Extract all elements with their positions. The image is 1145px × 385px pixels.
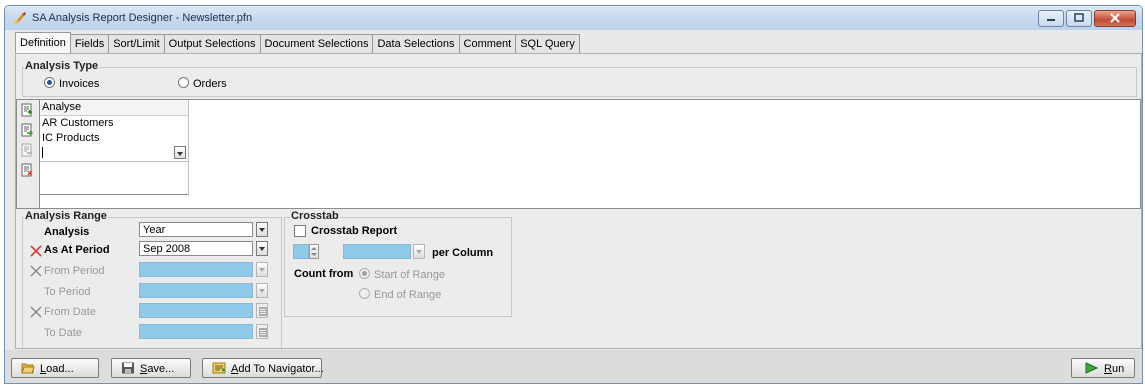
end-of-range-label: End of Range [374, 289, 442, 301]
start-of-range-label: Start of Range [374, 269, 445, 281]
delete-row-icon[interactable] [21, 163, 33, 177]
count-from-label: Count from [294, 268, 354, 280]
analyse-column: Analyse AR Customers IC Products [40, 100, 189, 196]
end-of-range-radio[interactable]: End of Range [359, 288, 441, 301]
load-button[interactable]: Load... [11, 358, 99, 378]
to-date-label: To Date [44, 327, 82, 339]
radio-selected-icon [359, 268, 370, 279]
tab-strip: Definition Fields Sort/Limit Output Sele… [15, 32, 580, 53]
run-play-icon [1085, 362, 1098, 374]
tab-comment[interactable]: Comment [459, 34, 517, 53]
analysis-label: Analysis [44, 226, 90, 238]
radio-selected-icon [44, 77, 55, 88]
app-window: SA Analysis Report Designer - Newsletter… [4, 5, 1143, 384]
crosstab-period-select[interactable] [343, 244, 411, 259]
add-to-navigator-label: Add To Navigator... [231, 363, 324, 375]
to-date-calendar-icon[interactable] [256, 324, 268, 339]
text-cursor [42, 147, 43, 158]
tab-document-selections[interactable]: Document Selections [260, 34, 374, 53]
from-period-field[interactable] [139, 262, 253, 277]
insert-row-icon[interactable] [21, 123, 33, 137]
from-date-calendar-icon[interactable] [256, 303, 268, 318]
maximize-icon [1074, 13, 1084, 22]
per-column-label: per Column [432, 247, 494, 259]
as-at-period-dropdown-button[interactable] [256, 241, 268, 256]
save-button[interactable]: Save... [111, 358, 191, 378]
crosstab-count-field[interactable] [293, 244, 309, 259]
invoices-radio[interactable]: Invoices [44, 77, 99, 90]
tab-fields[interactable]: Fields [70, 34, 110, 53]
analysis-type-legend: Analysis Type [24, 60, 100, 72]
move-row-icon[interactable] [21, 143, 33, 157]
clear-from-date-icon[interactable] [30, 306, 42, 318]
bottom-button-bar: Load... Save... Add To Navigator... Run [5, 350, 1142, 383]
crosstab-legend: Crosstab [290, 210, 340, 222]
close-icon [1110, 13, 1120, 23]
analysis-select[interactable]: Year [139, 222, 253, 237]
spinner-arrows-icon [311, 247, 317, 256]
run-label: Run [1104, 363, 1125, 375]
minimize-icon [1047, 19, 1055, 21]
from-period-dropdown-button[interactable] [256, 262, 268, 277]
window-title: SA Analysis Report Designer - Newsletter… [32, 12, 253, 24]
to-period-field[interactable] [139, 283, 253, 298]
invoices-label: Invoices [59, 78, 100, 90]
app-icon [14, 12, 26, 24]
tab-definition[interactable]: Definition [15, 32, 71, 53]
list-item[interactable]: AR Customers [40, 116, 188, 131]
load-label: Load... [40, 363, 74, 375]
from-period-label: From Period [44, 265, 105, 277]
save-disk-icon [122, 362, 134, 374]
navigator-icon [212, 362, 226, 374]
analyse-list-area: Analyse AR Customers IC Products [16, 99, 1141, 209]
add-to-navigator-button[interactable]: Add To Navigator... [202, 358, 324, 378]
definition-panel: Analysis Type Invoices Orders Analyse AR… [15, 53, 1142, 355]
crosstab-count-spinner[interactable] [309, 244, 319, 259]
new-item-row[interactable] [40, 146, 188, 162]
list-divider [40, 194, 188, 195]
run-button[interactable]: Run [1071, 358, 1135, 378]
clear-from-period-icon[interactable] [30, 265, 42, 277]
as-at-period-field[interactable]: Sep 2008 [139, 241, 253, 256]
to-date-field[interactable] [139, 324, 253, 339]
tab-data-selections[interactable]: Data Selections [373, 34, 460, 53]
from-date-label: From Date [44, 306, 96, 318]
radio-unselected-icon [359, 288, 370, 299]
close-button[interactable] [1094, 10, 1136, 27]
orders-label: Orders [193, 78, 227, 90]
analysis-range-legend: Analysis Range [24, 210, 108, 222]
tab-output-selections[interactable]: Output Selections [164, 34, 261, 53]
title-bar: SA Analysis Report Designer - Newsletter… [5, 6, 1142, 30]
crosstab-report-checkbox[interactable] [294, 225, 306, 237]
save-label: Save... [140, 363, 175, 375]
start-of-range-radio[interactable]: Start of Range [359, 268, 445, 281]
clear-period-icon[interactable] [30, 245, 42, 257]
to-period-label: To Period [44, 286, 91, 298]
as-at-period-label: As At Period [44, 244, 110, 256]
add-row-icon[interactable] [21, 103, 33, 117]
analysis-dropdown-button[interactable] [256, 222, 268, 237]
to-period-dropdown-button[interactable] [256, 283, 268, 298]
analyse-dropdown-button[interactable] [174, 146, 186, 159]
maximize-button[interactable] [1066, 10, 1092, 27]
list-item[interactable]: IC Products [40, 131, 188, 146]
tab-sort-limit[interactable]: Sort/Limit [109, 34, 165, 53]
crosstab-period-dropdown-button[interactable] [413, 244, 425, 259]
analyse-header: Analyse [40, 100, 188, 116]
radio-unselected-icon [178, 77, 189, 88]
from-date-field[interactable] [139, 303, 253, 318]
orders-radio[interactable]: Orders [178, 77, 227, 90]
open-folder-icon [21, 363, 35, 374]
crosstab-report-label: Crosstab Report [311, 225, 398, 237]
tab-sql-query[interactable]: SQL Query [516, 34, 580, 53]
minimize-button[interactable] [1038, 10, 1064, 27]
list-toolbar [17, 100, 40, 208]
